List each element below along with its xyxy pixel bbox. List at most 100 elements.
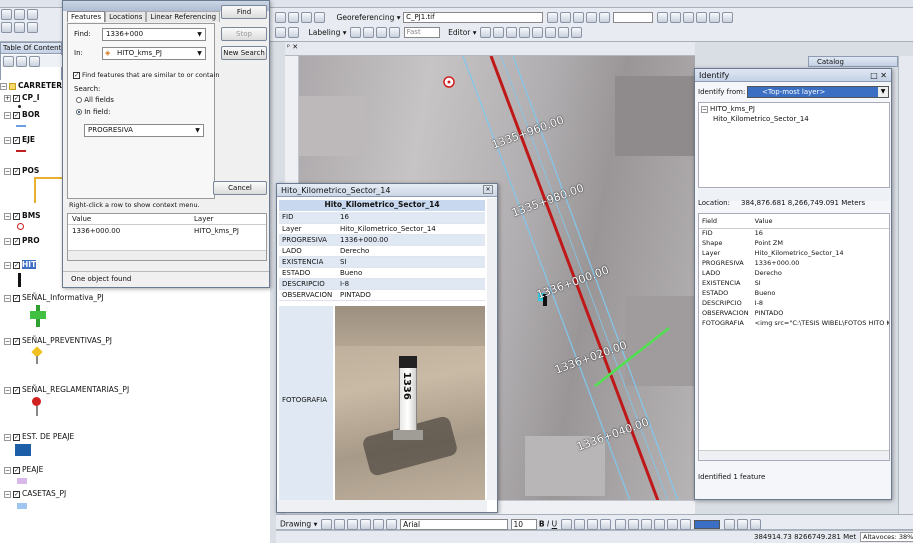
font-select[interactable]: Arial [400,519,509,530]
layout-tool-1-icon[interactable] [723,519,735,530]
in-layer-select[interactable]: ◈ HITO_kms_PJ ▼ [102,47,206,60]
georef-layer-select[interactable]: C_PJ1.tif [403,12,544,23]
label-weight-icon[interactable] [376,27,388,38]
raster-tool-1-icon[interactable] [614,519,626,530]
layout-tool-2-icon[interactable] [736,519,748,530]
pan-icon[interactable] [27,22,38,33]
popup-vscroll[interactable] [487,198,497,500]
map-close-icon[interactable]: ᵖ ✕ [287,43,298,51]
toc-layer-bor[interactable]: − ✓ BOR [4,110,40,119]
raster-tool-3-icon[interactable] [640,519,652,530]
line-color-icon[interactable] [586,519,598,530]
scale-icon[interactable] [585,12,597,23]
results-row[interactable]: 1336+000.00 HITO_kms_PJ [68,227,266,238]
measure-icon[interactable] [669,12,681,23]
identify-from-select[interactable]: <Top-most layer> ▼ [747,86,889,98]
catalog-tab[interactable]: Catalog [808,56,898,67]
table-row[interactable]: Shape Point ZM [699,238,889,248]
in-field-radio[interactable]: In field: [76,108,110,116]
toc-layer-pos[interactable]: − ✓ POS [4,166,39,175]
chevron-down-icon[interactable]: ▼ [192,125,203,136]
identify-hscroll[interactable] [699,450,889,460]
list-by-visibility-icon[interactable] [29,56,40,67]
toc-layer-carretera[interactable]: − CARRETERA [0,81,68,90]
table-row[interactable]: ESTADO Bueno [699,288,889,298]
identify-icon[interactable] [682,12,694,23]
goto-xy-icon[interactable] [708,12,720,23]
tab-linear-referencing[interactable]: Linear Referencing [146,11,221,22]
sketch-icon[interactable] [493,27,505,38]
chevron-down-icon[interactable]: ▼ [878,87,888,97]
table-row[interactable]: OBSERVACION PINTADO [699,308,889,318]
popup-hscroll[interactable] [277,500,487,512]
zoom-out-icon[interactable] [14,22,25,33]
find-input[interactable]: 1336+000 ▼ [102,28,206,41]
rotate-element-icon[interactable] [333,519,345,530]
rotate-icon[interactable] [559,12,571,23]
rotate-edit-icon[interactable] [532,27,544,38]
similar-checkbox[interactable]: ✓ Find features that are similar to or co… [73,71,219,79]
col-value-header[interactable]: Value [752,214,889,228]
table-row[interactable]: LADO Derecho [699,268,889,278]
edit-tool-icon[interactable] [480,27,492,38]
link-table-icon[interactable] [598,12,610,23]
create-features-icon[interactable] [571,27,583,38]
new-icon[interactable] [1,9,12,20]
callout-icon[interactable] [385,519,397,530]
rectangle-icon[interactable] [359,519,371,530]
chevron-down-icon[interactable]: ▼ [194,29,205,40]
cancel-button[interactable]: Cancel [213,181,267,195]
raster-tool-6-icon[interactable] [679,519,691,530]
labeling-menu[interactable]: Labeling ▾ [309,28,347,37]
underline-button[interactable]: U [552,520,558,529]
text-icon[interactable] [372,519,384,530]
open-icon[interactable] [14,9,25,20]
tab-locations[interactable]: Locations [105,11,147,22]
lock-labels-icon[interactable] [389,27,401,38]
font-color-icon[interactable] [560,519,572,530]
layout-icon[interactable] [275,12,286,23]
raster-tool-5-icon[interactable] [666,519,678,530]
drawing-menu[interactable]: Drawing ▾ [280,520,317,529]
color-swatch[interactable] [694,520,721,529]
marker-color-icon[interactable] [599,519,611,530]
raster-tool-2-icon[interactable] [627,519,639,530]
chevron-down-icon[interactable]: ▼ [194,48,205,59]
shift-icon[interactable] [572,12,584,23]
editor-menu[interactable]: Editor ▾ [448,28,476,37]
split-icon[interactable] [519,27,531,38]
field-select[interactable]: PROGRESIVA ▼ [84,124,204,137]
col-value-header[interactable]: Value [72,215,91,223]
toc-layer-peaje[interactable]: − ✓ PEAJE [4,465,43,474]
tab-features[interactable]: Features [67,11,106,22]
col-layer-header[interactable]: Layer [194,215,214,223]
georef-tool-icon[interactable] [546,12,558,23]
toc-layer-senal-informativa[interactable]: − ✓ SEÑAL_Informativa_PJ [4,293,104,302]
tree-child[interactable]: Hito_Kilometrico_Sector_14 [713,115,809,123]
label-priority-icon[interactable] [363,27,375,38]
close-icon[interactable]: □ ✕ [870,69,887,82]
snap-icon[interactable] [656,12,668,23]
new-search-button[interactable]: New Search [221,46,267,60]
label-manager-icon[interactable] [350,27,362,38]
attributes-icon[interactable] [545,27,557,38]
toc-layer-est-peaje[interactable]: − ✓ EST. DE PEAJE [4,432,74,441]
select-elements-icon[interactable] [320,519,332,530]
find-icon[interactable] [695,12,707,23]
layout-tool-3-icon[interactable] [749,519,761,530]
georeferencing-menu[interactable]: Georeferencing ▾ [337,13,401,22]
html-popup-icon[interactable] [721,12,733,23]
toc-layer-senal-reglamentarias[interactable]: − ✓ SEÑAL_REGLAMENTARIAS_PJ [4,385,129,394]
table-row[interactable]: EXISTENCIA SI [699,278,889,288]
toc-layer-hit[interactable]: − ✓ HIT [4,260,37,269]
tree-root[interactable]: − HITO_kms_PJ [701,105,755,113]
toc-layer-pro[interactable]: − ✓ PRO [4,236,40,245]
list-by-drawing-order-icon[interactable] [3,56,14,67]
col-field-header[interactable]: Field [699,214,752,228]
find-button[interactable]: Find [221,5,267,19]
search-window-icon[interactable] [314,12,325,23]
table-row[interactable]: Layer Hito_Kilometrico_Sector_14 [699,248,889,258]
raster-tool-4-icon[interactable] [653,519,665,530]
italic-button[interactable]: I [547,520,549,529]
table-icon[interactable] [288,12,299,23]
